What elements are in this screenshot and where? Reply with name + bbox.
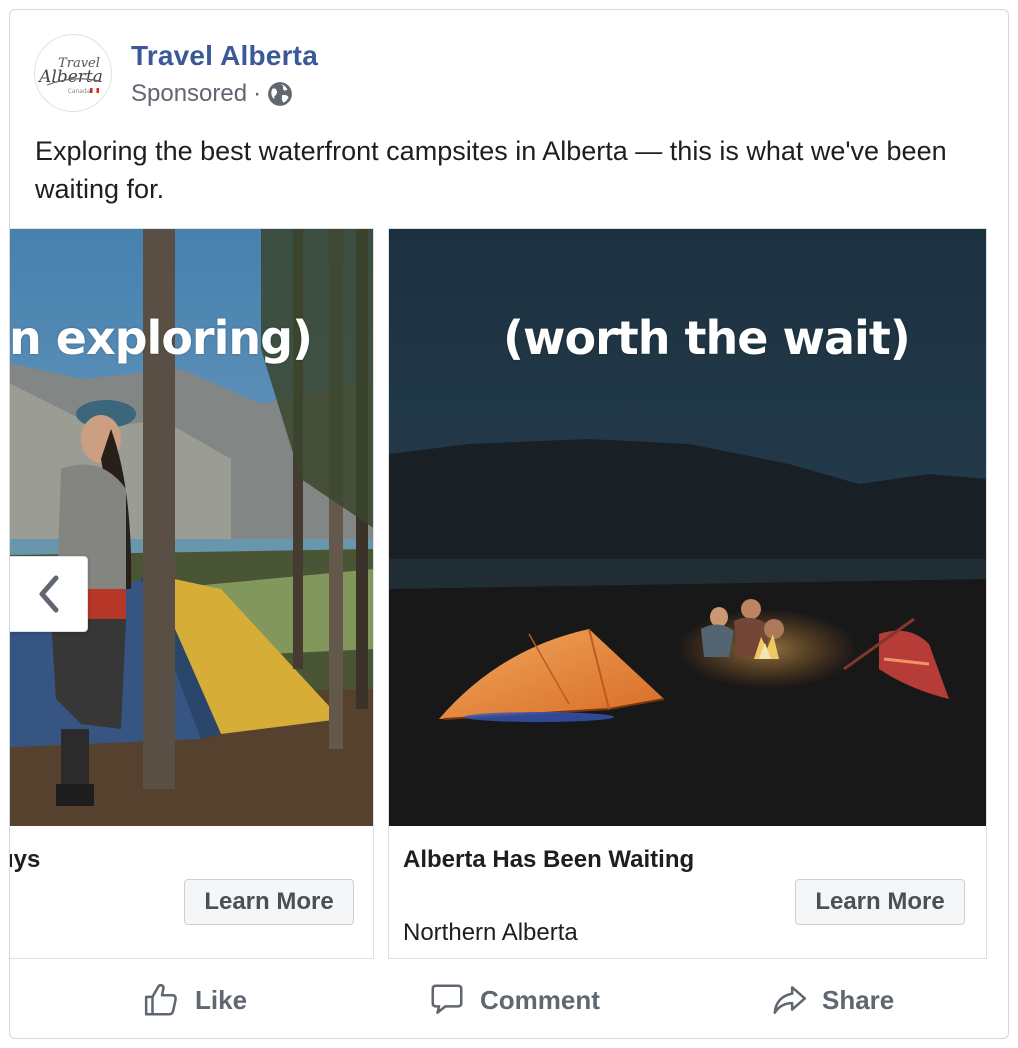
like-icon [144, 983, 177, 1016]
svg-text:Alberta: Alberta [37, 67, 103, 87]
like-button[interactable]: Like [143, 965, 247, 1035]
card-1-learn-more-button[interactable]: Learn More [184, 879, 354, 925]
card-2-title[interactable]: Alberta Has Been Waiting [403, 846, 694, 874]
card-2-overlay-text: (worth the wait) [503, 311, 911, 365]
ad-post: Travel Alberta Canada Travel Alberta Spo… [9, 9, 1009, 1039]
share-button[interactable]: Share [770, 965, 894, 1035]
like-label: Like [195, 984, 248, 1015]
carousel-card-2[interactable]: (worth the wait) Alberta Has Been Waitin… [388, 228, 987, 959]
carousel-prev-button[interactable] [10, 556, 88, 632]
sponsored-row: Sponsored · [131, 80, 293, 108]
card-2-learn-more-button[interactable]: Learn More [795, 879, 965, 925]
sponsored-label[interactable]: Sponsored [131, 80, 247, 108]
share-icon [773, 986, 807, 1014]
post-message: Exploring the best waterfront campsites … [35, 136, 947, 204]
svg-text:Canada: Canada [68, 88, 91, 95]
card-1-overlay-text: n exploring) [10, 311, 313, 365]
carousel: n exploring) ıys Learn More (worth the w… [10, 228, 1008, 960]
separator-dot: · [253, 80, 262, 107]
comment-icon [431, 984, 463, 1014]
card-1-image[interactable]: n exploring) [10, 229, 373, 826]
comment-label: Comment [480, 984, 600, 1015]
action-bar: Like Comment Share [10, 965, 1008, 1035]
share-label: Share [822, 984, 895, 1015]
page-name-link[interactable]: Travel Alberta [131, 40, 318, 72]
card-2-subtitle: Northern Alberta [403, 919, 578, 946]
page-avatar[interactable]: Travel Alberta Canada [34, 34, 112, 112]
comment-button[interactable]: Comment [428, 965, 600, 1035]
card-1-title[interactable]: ıys [10, 846, 40, 874]
globe-icon [267, 81, 293, 107]
travel-alberta-logo: Travel Alberta Canada [36, 36, 111, 111]
chevron-left-icon [39, 575, 58, 613]
card-2-image[interactable]: (worth the wait) [389, 229, 986, 826]
